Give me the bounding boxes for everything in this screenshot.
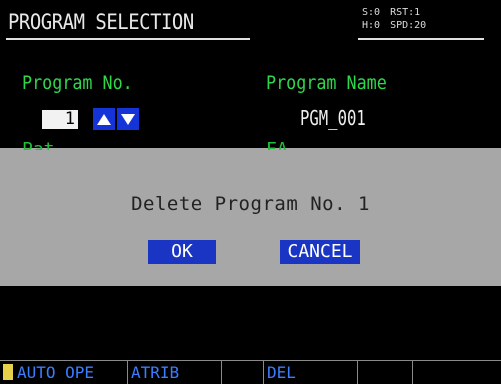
- status-spd: SPD:20: [390, 20, 427, 31]
- arrow-down-icon: [121, 113, 135, 125]
- fkey-atrib[interactable]: ATRIB: [128, 361, 222, 384]
- partial-right-label: FA: [266, 141, 296, 150]
- partial-left-label: Pat: [22, 141, 58, 150]
- decrement-button[interactable]: [117, 108, 139, 130]
- increment-button[interactable]: [93, 108, 115, 130]
- fkey-del[interactable]: DEL: [264, 361, 358, 384]
- fkey-auto-ope[interactable]: AUTO OPE: [0, 361, 128, 384]
- program-no-input[interactable]: 1: [42, 110, 78, 129]
- program-name-label: Program Name: [266, 72, 387, 94]
- fkey-6[interactable]: [413, 361, 501, 384]
- status-underline: [358, 38, 484, 40]
- program-selection-screen: PROGRAM SELECTION S:0 RST:1 H:0 SPD:20 P…: [0, 0, 501, 384]
- fkey-label: ATRIB: [131, 363, 180, 382]
- delete-confirm-dialog: Pat FA Delete Program No. 1 OK CANCEL: [0, 141, 501, 286]
- status-h: H:0: [362, 20, 381, 31]
- fkey-label: AUTO OPE: [17, 363, 95, 382]
- fkey-3[interactable]: [222, 361, 264, 384]
- status-indicator: S:0 RST:1 H:0 SPD:20: [362, 6, 484, 40]
- page-title: PROGRAM SELECTION: [8, 10, 194, 34]
- fkey-5[interactable]: [358, 361, 413, 384]
- function-key-marker-icon: [3, 364, 13, 380]
- title-underline: [6, 38, 250, 40]
- function-key-bar: AUTO OPE ATRIB DEL: [0, 360, 501, 384]
- cancel-button[interactable]: CANCEL: [280, 240, 360, 264]
- dialog-message: Delete Program No. 1: [131, 193, 370, 215]
- status-s: S:0: [362, 7, 381, 18]
- ok-button[interactable]: OK: [148, 240, 216, 264]
- fkey-label: DEL: [267, 363, 296, 382]
- program-name-value: PGM_001: [300, 106, 366, 130]
- program-no-label: Program No.: [22, 72, 133, 94]
- status-rst: RST:1: [390, 7, 421, 18]
- arrow-up-icon: [97, 113, 111, 125]
